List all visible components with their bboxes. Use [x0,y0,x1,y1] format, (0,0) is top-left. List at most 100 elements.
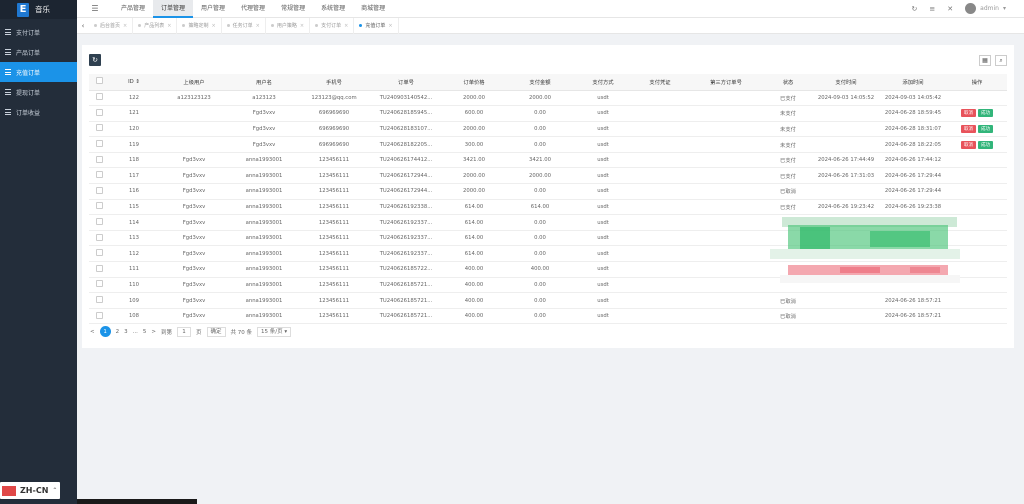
table-row: 122 a123123123 a123123 123123@qq.com TU24090… [89,90,1007,107]
close-icon[interactable]: × [256,23,260,29]
row-checkbox[interactable] [95,155,103,163]
sidebar-item-label: 提现订单 [16,89,41,97]
row-checkbox[interactable] [95,93,103,101]
table-cell: anna1993001 [229,167,299,185]
column-header-7: 支付金额 [505,74,575,91]
row-checkbox[interactable] [95,311,103,319]
close-icon[interactable]: × [344,23,348,29]
sidebar-item-3[interactable]: 提现订单 [0,82,77,102]
select-all-checkbox[interactable] [95,77,103,85]
cancel-button[interactable]: 取消 [961,109,976,118]
row-checkbox[interactable] [95,218,103,226]
table-refresh-button[interactable]: ↻ [89,54,101,66]
tab-2[interactable]: 策略定制 × [177,17,222,34]
table-cell [631,183,689,200]
table-cell: 614.00 [443,230,505,247]
tab-label: 后台首页 [100,23,121,29]
table-cell: 2024-09-03 14:05:52 [813,90,879,107]
goto-page-input[interactable]: 1 [176,326,191,337]
row-checkbox[interactable] [95,249,103,257]
table-cell [159,105,229,122]
topnav-item-0[interactable]: 产品管理 [113,0,153,18]
close-icon[interactable]: × [211,23,215,29]
tab-6[interactable]: 充值订单 × [354,17,399,34]
topnav-item-5[interactable]: 系统管理 [313,0,353,18]
user-menu[interactable]: admin ▾ [965,3,1006,14]
row-checkbox[interactable] [95,186,103,194]
page-number-0[interactable]: 1 [99,326,111,337]
tab-scroll-left-icon[interactable]: ‹ [77,22,89,30]
logo[interactable]: E 音乐 [0,0,77,19]
language-switcher[interactable]: ZH-CN ⌃ [0,482,60,499]
sidebar-item-2[interactable]: 充值订单 [0,62,77,82]
table-cell [947,183,1007,200]
success-button[interactable]: 成功 [978,109,993,118]
topnav-item-4[interactable]: 常规管理 [273,0,313,18]
success-button[interactable]: 成功 [978,124,993,133]
page-number-1[interactable]: 2 [116,329,120,335]
close-icon[interactable]: × [388,23,392,29]
row-checkbox[interactable] [95,124,103,132]
table-cell: usdt [575,136,631,153]
topnav-item-3[interactable]: 代理管理 [233,0,273,18]
row-checkbox[interactable] [95,108,103,116]
row-checkbox[interactable] [95,171,103,179]
row-checkbox[interactable] [95,296,103,304]
tab-1[interactable]: 产品列表 × [133,17,178,34]
table-cell: TU240628185945... [369,105,443,122]
tab-0[interactable]: 后台首页 × [89,17,134,34]
search-button[interactable]: ⌕ [995,55,1007,66]
sidebar: E 音乐 支付订单 产品订单充值订单提现订单订单收益 [0,0,77,504]
tab-4[interactable]: 用户策略 × [266,17,311,34]
sidebar-item-1[interactable]: 产品订单 [0,42,77,62]
sidebar-item-label: 充值订单 [16,69,41,77]
prev-page-button[interactable]: < [90,329,95,335]
table-cell: 2024-06-26 17:29:44 [879,167,947,185]
row-checkbox[interactable] [95,202,103,210]
refresh-icon[interactable]: ↻ [912,5,918,13]
close-icon[interactable]: × [167,23,171,29]
close-icon[interactable]: × [300,23,304,29]
page-size-select[interactable]: 15 条/页 ▾ [257,326,292,337]
goto-confirm-button[interactable]: 确定 [206,326,226,337]
column-header-0[interactable] [89,74,109,91]
next-page-button[interactable]: > [151,329,156,335]
tab-dot-icon [182,24,186,27]
tab-dot-icon [94,24,97,27]
topnav-item-2[interactable]: 用户管理 [193,0,233,18]
sidebar-item-4[interactable]: 订单收益 [0,102,77,122]
cancel-button[interactable]: 取消 [961,124,976,133]
table-cell: 123456111 [299,152,369,169]
table-cell: 2000.00 [443,167,505,185]
row-checkbox[interactable] [95,140,103,148]
cancel-button[interactable]: 取消 [961,140,976,149]
page-number-2[interactable]: 3 [124,329,128,335]
menu-toggle-icon[interactable]: ☰ [77,4,113,13]
table-cell [631,167,689,185]
tab-3[interactable]: 任务订单 × [222,17,266,34]
table-cell: 0.00 [505,277,575,294]
row-checkbox[interactable] [95,280,103,288]
table-cell [631,308,689,325]
success-button[interactable]: 成功 [978,140,993,149]
page-number-4[interactable]: 5 [143,329,147,335]
close-icon[interactable]: × [123,23,127,29]
row-checkbox[interactable] [95,264,103,272]
columns-toggle-button[interactable]: ▦ [979,55,991,66]
toggle-icon[interactable]: ≡ [929,5,935,13]
table-cell [631,245,689,263]
table-cell: 2024-06-28 18:22:05 [879,136,947,153]
table-cell [689,277,763,294]
topnav-item-1[interactable]: 订单管理 [153,0,194,18]
table-row: 119 Fgd3vxv 696969690 TU240628182205... 300.… [89,136,1007,153]
tab-5[interactable]: 支付订单 × [310,17,355,34]
column-header-1[interactable]: ID ⇕ [109,74,159,91]
topnav-item-6[interactable]: 商城管理 [353,0,393,18]
row-checkbox[interactable] [95,233,103,241]
row-checkbox-cell [89,277,109,294]
table-cell: 已取消 [763,292,813,309]
fullscreen-icon[interactable]: ✕ [947,5,953,13]
chevron-down-icon: ▾ [1002,5,1006,12]
tab-label: 支付订单 [321,23,342,29]
sidebar-item-0[interactable]: 支付订单 [0,22,77,42]
